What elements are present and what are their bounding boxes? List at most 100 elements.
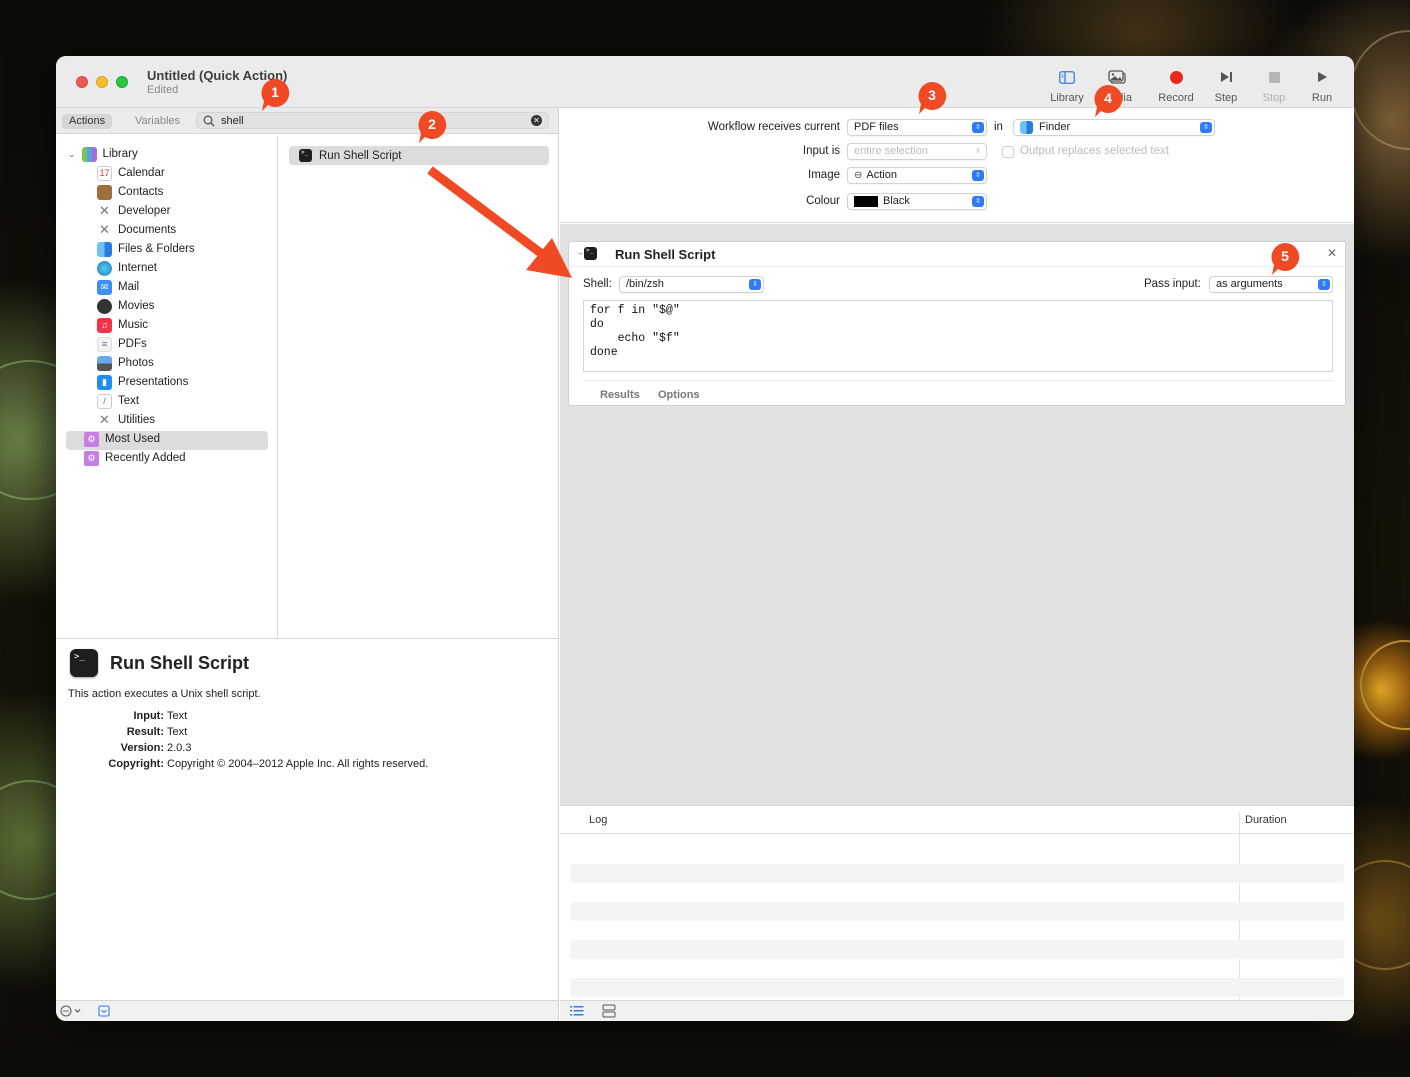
image-popup[interactable]: ⊖ Action ⇳ <box>847 167 987 184</box>
pass-input-popup[interactable]: as arguments ⇳ <box>1209 276 1333 293</box>
description-title: Run Shell Script <box>110 653 250 673</box>
stop-icon <box>1268 71 1280 83</box>
tools-icon: ✕ <box>99 203 110 218</box>
popup-stepper-icon: ⇳ <box>1200 122 1212 133</box>
finder-icon <box>1020 121 1033 134</box>
image-label: Image <box>808 169 840 181</box>
tab-actions[interactable]: Actions <box>62 114 113 129</box>
title-bar: Untitled (Quick Action) Edited Library M… <box>56 56 1354 108</box>
library-item-mail[interactable]: ✉ Mail <box>97 278 139 296</box>
library-root-label: Library <box>102 148 138 160</box>
library-item-utilities[interactable]: ✕ Utilities <box>97 411 155 429</box>
library-item-label: Text <box>118 395 140 407</box>
search-icon <box>203 115 215 127</box>
smart-group-label: Recently Added <box>105 452 186 464</box>
library-item-label: Movies <box>118 300 155 312</box>
run-button[interactable]: Run <box>1296 66 1348 104</box>
library-item-documents[interactable]: ✕ Documents <box>97 221 176 239</box>
popup-stepper-icon: ⇳ <box>972 122 984 133</box>
record-icon <box>1169 70 1183 84</box>
log-column-header[interactable]: Log <box>589 814 607 826</box>
library-button[interactable]: Library <box>1041 66 1093 104</box>
stop-button[interactable]: Stop <box>1248 66 1300 104</box>
action-glyph-icon: ⊖ <box>854 170 863 181</box>
search-input[interactable] <box>221 114 521 128</box>
play-icon <box>1317 72 1327 82</box>
minimize-window-button[interactable] <box>96 76 108 88</box>
smart-folder-icon: ⚙ <box>84 431 99 447</box>
action-card-footer: Results Options <box>583 380 1333 405</box>
application-value: Finder <box>1039 121 1071 133</box>
library-item-pdfs[interactable]: ≡ PDFs <box>97 335 147 353</box>
left-status-bar <box>56 1000 559 1021</box>
library-item-files-folders[interactable]: Files & Folders <box>97 240 195 258</box>
description-toggle-icon[interactable] <box>98 1005 110 1017</box>
colour-popup[interactable]: Black ⇳ <box>847 193 987 210</box>
shell-label: Shell: <box>583 278 612 290</box>
meta-result: Result: Text <box>126 726 188 738</box>
finder-icon <box>97 241 112 257</box>
script-text[interactable]: for f in "$@" do echo "$f" done <box>584 301 1332 363</box>
contacts-icon <box>97 184 112 200</box>
log-row <box>570 940 1344 959</box>
library-item-music[interactable]: ♫ Music <box>97 316 148 334</box>
list-view-icon[interactable] <box>570 1005 584 1017</box>
input-is-label: Input is <box>802 145 840 157</box>
smart-group-most-used[interactable]: ⚙ Most Used <box>84 430 160 448</box>
more-options-icon[interactable] <box>60 1005 84 1017</box>
library-item-label: Utilities <box>118 414 156 426</box>
step-button[interactable]: Step <box>1200 66 1252 104</box>
shell-popup[interactable]: /bin/zsh ⇳ <box>619 276 764 293</box>
tools-icon: ✕ <box>99 412 110 427</box>
zoom-window-button[interactable] <box>116 76 128 88</box>
application-popup[interactable]: Finder ⇳ <box>1013 119 1215 136</box>
library-label: Library <box>1050 92 1084 104</box>
terminal-icon: >_ <box>299 149 312 162</box>
split-view-icon[interactable] <box>602 1004 616 1018</box>
step-icon <box>1220 72 1232 82</box>
clear-search-icon[interactable]: ✕ <box>531 115 542 126</box>
annotation-badge-1: 1 <box>260 78 290 111</box>
library-item-movies[interactable]: Movies <box>97 297 154 315</box>
chevron-down-icon[interactable]: ⌄ <box>68 145 76 163</box>
tab-variables[interactable]: Variables <box>128 114 187 129</box>
library-item-text[interactable]: / Text <box>97 392 139 410</box>
library-item-calendar[interactable]: 17 Calendar <box>97 164 165 182</box>
library-item-internet[interactable]: Internet <box>97 259 157 277</box>
colour-swatch <box>854 196 878 207</box>
search-field[interactable]: ✕ <box>196 112 549 129</box>
smart-folder-icon: ⚙ <box>84 450 99 466</box>
wallpaper-bubble <box>1350 30 1410 150</box>
library-item-contacts[interactable]: Contacts <box>97 183 163 201</box>
textedit-icon: / <box>97 393 112 409</box>
close-action-icon[interactable]: ✕ <box>1327 246 1337 260</box>
music-icon: ♫ <box>97 317 112 333</box>
script-editor[interactable]: for f in "$@" do echo "$f" done <box>583 300 1333 372</box>
wallpaper-bubble <box>1360 640 1410 730</box>
log-table: Log Duration <box>560 805 1354 1000</box>
smart-group-recently-added[interactable]: ⚙ Recently Added <box>84 449 186 467</box>
meta-version: Version: 2.0.3 <box>120 742 192 754</box>
library-item-developer[interactable]: ✕ Developer <box>97 202 170 220</box>
popup-stepper-icon: ⇳ <box>972 170 984 181</box>
results-tab[interactable]: Results <box>600 389 640 401</box>
annotation-badge-2: 2 <box>417 110 447 143</box>
shell-value: /bin/zsh <box>626 278 664 290</box>
library-item-photos[interactable]: Photos <box>97 354 154 372</box>
library-item-presentations[interactable]: ▮ Presentations <box>97 373 188 391</box>
library-root[interactable]: ⌄ Library <box>68 145 138 163</box>
options-tab[interactable]: Options <box>658 389 700 401</box>
annotation-badge-3: 3 <box>917 81 947 114</box>
globe-icon <box>97 260 112 276</box>
input-is-popup[interactable]: entire selection ⇳ <box>847 143 987 160</box>
record-button[interactable]: Record <box>1150 66 1202 104</box>
pass-input-label: Pass input: <box>1144 278 1201 290</box>
duration-column-header[interactable]: Duration <box>1245 814 1287 826</box>
output-replaces-checkbox[interactable] <box>1002 146 1014 158</box>
action-card-header: ⌄ >_ Run Shell Script ✕ <box>569 242 1345 267</box>
popup-stepper-icon: ⇳ <box>749 279 761 290</box>
keynote-icon: ▮ <box>97 374 112 390</box>
close-window-button[interactable] <box>76 76 88 88</box>
library-item-label: Calendar <box>118 167 165 179</box>
receives-popup[interactable]: PDF files ⇳ <box>847 119 987 136</box>
